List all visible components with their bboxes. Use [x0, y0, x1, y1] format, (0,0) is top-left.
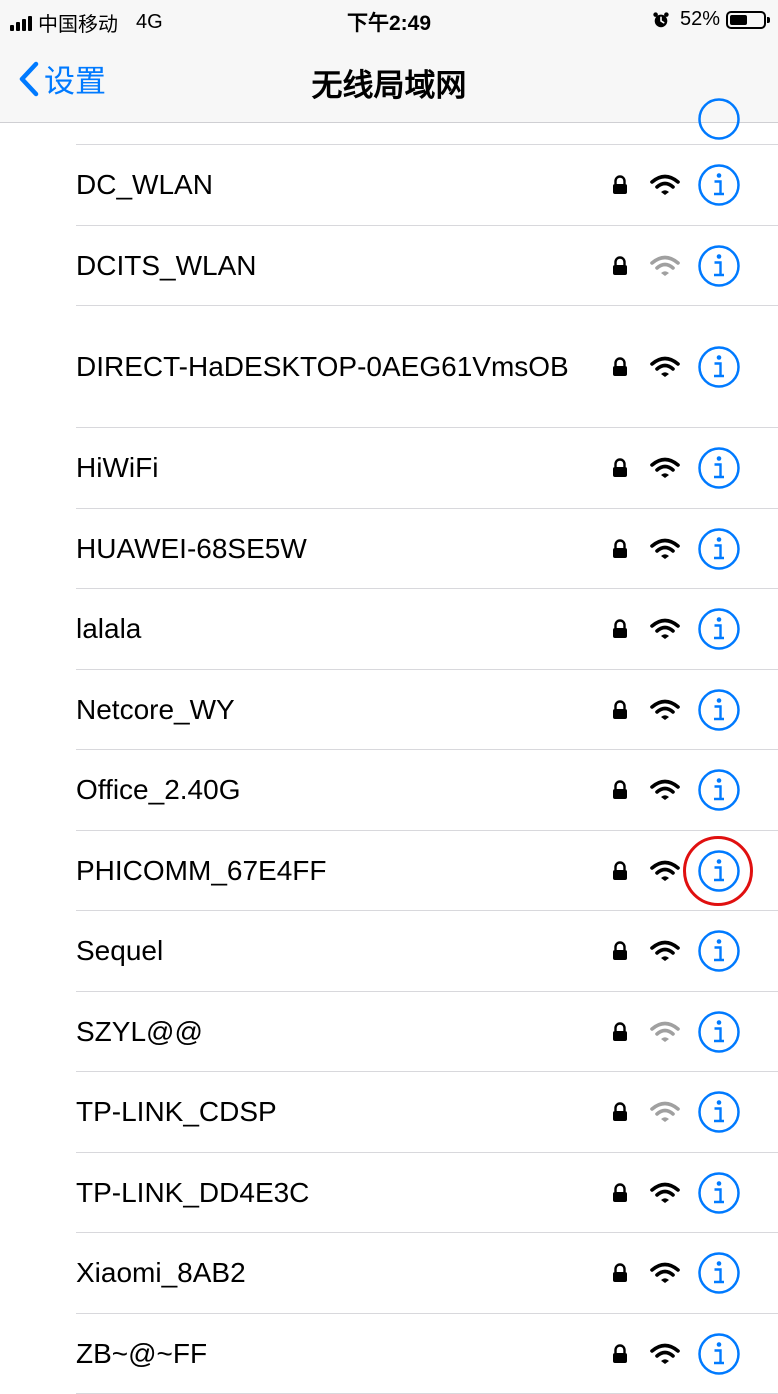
network-row[interactable]: DIRECT-HaDESKTOP-0AEG61VmsOB: [0, 306, 778, 428]
battery-fill: [730, 15, 747, 25]
info-button-icon[interactable]: [697, 1332, 741, 1376]
network-row[interactable]: HiWiFi: [0, 428, 778, 509]
battery-icon: [726, 11, 766, 29]
info-button-icon[interactable]: [697, 97, 741, 141]
info-button-icon[interactable]: [697, 1010, 741, 1054]
network-ssid: Office_2.40G: [76, 770, 576, 810]
lock-icon: [611, 780, 629, 800]
info-button-icon[interactable]: [697, 849, 741, 893]
network-row[interactable]: HUAWEI-68SE5W: [0, 509, 778, 590]
status-bar: 中国移动 4G 下午2:49 52%: [0, 0, 778, 42]
network-row[interactable]: SZYL@@: [0, 992, 778, 1073]
lock-icon: [611, 941, 629, 961]
network-ssid: lalala: [76, 609, 576, 649]
lock-icon: [611, 1102, 629, 1122]
info-button-icon[interactable]: [697, 446, 741, 490]
wifi-signal-icon: [650, 356, 680, 378]
network-row[interactable]: ZB~@~FF: [0, 1314, 778, 1394]
network-row[interactable]: DCITS_WLAN: [0, 226, 778, 307]
network-ssid: DC_WLAN: [76, 165, 576, 205]
lock-icon: [611, 619, 629, 639]
wifi-signal-icon: [650, 457, 680, 479]
network-row[interactable]: TP-LINK_CDSP: [0, 1072, 778, 1153]
network-row[interactable]: Xiaomi_8AB2: [0, 1233, 778, 1314]
wifi-signal-icon: [650, 255, 680, 277]
lock-icon: [611, 539, 629, 559]
info-button-icon[interactable]: [697, 345, 741, 389]
network-ssid: DCITS_WLAN: [76, 246, 576, 286]
info-button-icon[interactable]: [697, 607, 741, 651]
network-row[interactable]: Netcore_WY: [0, 670, 778, 751]
wifi-signal-icon: [650, 1021, 680, 1043]
info-button-icon[interactable]: [697, 527, 741, 571]
lock-icon: [611, 256, 629, 276]
lock-icon: [611, 1344, 629, 1364]
lock-icon: [611, 1022, 629, 1042]
wifi-signal-icon: [650, 538, 680, 560]
lock-icon: [611, 357, 629, 377]
network-row[interactable]: DC_WLAN: [0, 145, 778, 226]
wifi-signal-icon: [650, 1182, 680, 1204]
network-ssid: ZB~@~FF: [76, 1334, 576, 1374]
wifi-signal-icon: [650, 699, 680, 721]
lock-icon: [611, 861, 629, 881]
battery-tip: [767, 17, 770, 23]
wifi-signal-icon: [650, 174, 680, 196]
network-row[interactable]: PHICOMM_67E4FF: [0, 831, 778, 912]
page-title: 无线局域网: [0, 60, 778, 105]
wifi-signal-icon: [650, 940, 680, 962]
network-row[interactable]: TP-LINK_DD4E3C: [0, 1153, 778, 1234]
network-ssid: DIRECT-HaDESKTOP-0AEG61VmsOB: [76, 347, 576, 387]
network-ssid: TP-LINK_CDSP: [76, 1092, 576, 1132]
info-button-icon[interactable]: [697, 163, 741, 207]
network-ssid: SZYL@@: [76, 1012, 576, 1052]
network-row[interactable]: lalala: [0, 589, 778, 670]
wifi-signal-icon: [650, 779, 680, 801]
lock-icon: [611, 1263, 629, 1283]
wifi-signal-icon: [650, 860, 680, 882]
info-button-icon[interactable]: [697, 1251, 741, 1295]
alarm-clock-icon: [652, 11, 670, 29]
lock-icon: [611, 175, 629, 195]
network-list: DC_WLAN DCITS_WLAN DIRECT-HaDESKTOP-0AEG61…: [0, 123, 778, 1394]
network-ssid: Sequel: [76, 931, 576, 971]
network-ssid: HiWiFi: [76, 448, 576, 488]
network-ssid: HUAWEI-68SE5W: [76, 529, 576, 569]
network-row[interactable]: Sequel: [0, 911, 778, 992]
wifi-signal-icon: [650, 618, 680, 640]
info-button-icon[interactable]: [697, 1171, 741, 1215]
list-item-partial: [0, 123, 778, 145]
lock-icon: [611, 1183, 629, 1203]
wifi-signal-icon: [650, 1343, 680, 1365]
info-button-icon[interactable]: [697, 768, 741, 812]
info-button-icon[interactable]: [697, 1090, 741, 1134]
status-right: 52%: [652, 8, 766, 31]
lock-icon: [611, 700, 629, 720]
info-button-icon[interactable]: [697, 688, 741, 732]
info-button-icon[interactable]: [697, 929, 741, 973]
navigation-bar: 设置 无线局域网: [0, 42, 778, 123]
wifi-signal-icon: [650, 1101, 680, 1123]
battery-percent: 52%: [680, 8, 720, 31]
network-ssid: Netcore_WY: [76, 690, 576, 730]
network-ssid: PHICOMM_67E4FF: [76, 851, 576, 891]
info-button-icon[interactable]: [697, 244, 741, 288]
network-row[interactable]: Office_2.40G: [0, 750, 778, 831]
network-ssid: TP-LINK_DD4E3C: [76, 1173, 576, 1213]
network-ssid: Xiaomi_8AB2: [76, 1253, 576, 1293]
wifi-signal-icon: [650, 1262, 680, 1284]
lock-icon: [611, 458, 629, 478]
